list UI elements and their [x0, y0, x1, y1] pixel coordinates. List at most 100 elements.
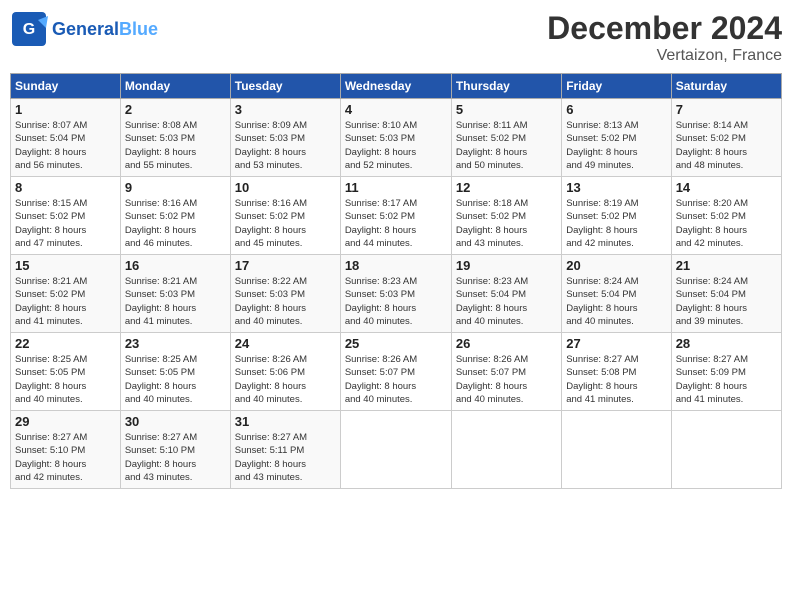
- day-info: Sunrise: 8:24 AM Sunset: 5:04 PM Dayligh…: [566, 275, 666, 328]
- day-info: Sunrise: 8:27 AM Sunset: 5:10 PM Dayligh…: [125, 431, 226, 484]
- day-number: 23: [125, 336, 226, 351]
- calendar-week-2: 8 Sunrise: 8:15 AM Sunset: 5:02 PM Daylig…: [11, 177, 782, 255]
- day-info: Sunrise: 8:14 AM Sunset: 5:02 PM Dayligh…: [676, 119, 777, 172]
- day-number: 4: [345, 102, 447, 117]
- calendar-cell: 27Sunrise: 8:27 AM Sunset: 5:08 PM Dayli…: [562, 333, 671, 411]
- calendar-cell: 12 Sunrise: 8:18 AM Sunset: 5:02 PM Dayli…: [451, 177, 561, 255]
- day-number: 19: [456, 258, 557, 273]
- header: G GeneralBlue December 2024 Vertaizon, F…: [10, 10, 782, 65]
- logo-icon: G: [10, 10, 48, 48]
- day-info: Sunrise: 8:15 AM Sunset: 5:02 PM Dayligh…: [15, 197, 116, 250]
- calendar-cell: 29 Sunrise: 8:27 AM Sunset: 5:10 PM Dayli…: [11, 411, 121, 489]
- header-row: SundayMondayTuesdayWednesdayThursdayFrid…: [11, 74, 782, 99]
- day-header-friday: Friday: [562, 74, 671, 99]
- logo: G GeneralBlue: [10, 10, 158, 48]
- day-number: 12: [456, 180, 557, 195]
- day-number: 25: [345, 336, 447, 351]
- calendar-table: SundayMondayTuesdayWednesdayThursdayFrid…: [10, 73, 782, 489]
- calendar-cell: 15 Sunrise: 8:21 AM Sunset: 5:02 PM Dayli…: [11, 255, 121, 333]
- day-number: 29: [15, 414, 116, 429]
- day-info: Sunrise: 8:22 AM Sunset: 5:03 PM Dayligh…: [235, 275, 336, 328]
- day-number: 24: [235, 336, 336, 351]
- day-number: 6: [566, 102, 666, 117]
- calendar-cell: 25 Sunrise: 8:26 AM Sunset: 5:07 PM Dayli…: [340, 333, 451, 411]
- calendar-cell: 2 Sunrise: 8:08 AM Sunset: 5:03 PM Daylig…: [120, 99, 230, 177]
- calendar-cell: 7 Sunrise: 8:14 AM Sunset: 5:02 PM Daylig…: [671, 99, 781, 177]
- day-number: 15: [15, 258, 116, 273]
- day-info: Sunrise: 8:08 AM Sunset: 5:03 PM Dayligh…: [125, 119, 226, 172]
- day-info: Sunrise: 8:26 AM Sunset: 5:07 PM Dayligh…: [345, 353, 447, 406]
- day-info: Sunrise: 8:27 AM Sunset: 5:10 PM Dayligh…: [15, 431, 116, 484]
- day-number: 10: [235, 180, 336, 195]
- day-info: Sunrise: 8:13 AM Sunset: 5:02 PM Dayligh…: [566, 119, 666, 172]
- calendar-cell: 22 Sunrise: 8:25 AM Sunset: 5:05 PM Dayli…: [11, 333, 121, 411]
- day-info: Sunrise: 8:24 AM Sunset: 5:04 PM Dayligh…: [676, 275, 777, 328]
- day-number: 7: [676, 102, 777, 117]
- calendar-week-4: 22 Sunrise: 8:25 AM Sunset: 5:05 PM Dayli…: [11, 333, 782, 411]
- day-header-saturday: Saturday: [671, 74, 781, 99]
- day-number: 5: [456, 102, 557, 117]
- day-header-monday: Monday: [120, 74, 230, 99]
- day-number: 3: [235, 102, 336, 117]
- calendar-cell: 3 Sunrise: 8:09 AM Sunset: 5:03 PM Daylig…: [230, 99, 340, 177]
- day-number: 1: [15, 102, 116, 117]
- day-header-tuesday: Tuesday: [230, 74, 340, 99]
- calendar-cell: 9Sunrise: 8:16 AM Sunset: 5:02 PM Daylig…: [120, 177, 230, 255]
- calendar-cell: 17Sunrise: 8:22 AM Sunset: 5:03 PM Dayli…: [230, 255, 340, 333]
- calendar-cell: 31 Sunrise: 8:27 AM Sunset: 5:11 PM Dayli…: [230, 411, 340, 489]
- day-header-sunday: Sunday: [11, 74, 121, 99]
- day-number: 20: [566, 258, 666, 273]
- month-title: December 2024: [547, 10, 782, 47]
- day-header-thursday: Thursday: [451, 74, 561, 99]
- day-number: 2: [125, 102, 226, 117]
- day-info: Sunrise: 8:25 AM Sunset: 5:05 PM Dayligh…: [125, 353, 226, 406]
- calendar-cell: 1 Sunrise: 8:07 AM Sunset: 5:04 PM Daylig…: [11, 99, 121, 177]
- calendar-cell: 24 Sunrise: 8:26 AM Sunset: 5:06 PM Dayli…: [230, 333, 340, 411]
- day-info: Sunrise: 8:07 AM Sunset: 5:04 PM Dayligh…: [15, 119, 116, 172]
- day-info: Sunrise: 8:27 AM Sunset: 5:11 PM Dayligh…: [235, 431, 336, 484]
- day-info: Sunrise: 8:21 AM Sunset: 5:02 PM Dayligh…: [15, 275, 116, 328]
- day-number: 11: [345, 180, 447, 195]
- day-info: Sunrise: 8:09 AM Sunset: 5:03 PM Dayligh…: [235, 119, 336, 172]
- day-info: Sunrise: 8:18 AM Sunset: 5:02 PM Dayligh…: [456, 197, 557, 250]
- calendar-cell: 23 Sunrise: 8:25 AM Sunset: 5:05 PM Dayli…: [120, 333, 230, 411]
- calendar-cell: [340, 411, 451, 489]
- day-number: 8: [15, 180, 116, 195]
- day-number: 31: [235, 414, 336, 429]
- calendar-cell: [451, 411, 561, 489]
- calendar-cell: 28Sunrise: 8:27 AM Sunset: 5:09 PM Dayli…: [671, 333, 781, 411]
- calendar-cell: 11 Sunrise: 8:17 AM Sunset: 5:02 PM Dayli…: [340, 177, 451, 255]
- day-number: 21: [676, 258, 777, 273]
- calendar-cell: 16Sunrise: 8:21 AM Sunset: 5:03 PM Dayli…: [120, 255, 230, 333]
- day-number: 14: [676, 180, 777, 195]
- day-info: Sunrise: 8:19 AM Sunset: 5:02 PM Dayligh…: [566, 197, 666, 250]
- day-number: 22: [15, 336, 116, 351]
- day-info: Sunrise: 8:16 AM Sunset: 5:02 PM Dayligh…: [125, 197, 226, 250]
- calendar-cell: 4 Sunrise: 8:10 AM Sunset: 5:03 PM Daylig…: [340, 99, 451, 177]
- calendar-cell: 26 Sunrise: 8:26 AM Sunset: 5:07 PM Dayli…: [451, 333, 561, 411]
- calendar-cell: 10Sunrise: 8:16 AM Sunset: 5:02 PM Dayli…: [230, 177, 340, 255]
- calendar-cell: 21 Sunrise: 8:24 AM Sunset: 5:04 PM Dayli…: [671, 255, 781, 333]
- calendar-cell: 30Sunrise: 8:27 AM Sunset: 5:10 PM Dayli…: [120, 411, 230, 489]
- day-info: Sunrise: 8:25 AM Sunset: 5:05 PM Dayligh…: [15, 353, 116, 406]
- day-info: Sunrise: 8:21 AM Sunset: 5:03 PM Dayligh…: [125, 275, 226, 328]
- day-info: Sunrise: 8:26 AM Sunset: 5:07 PM Dayligh…: [456, 353, 557, 406]
- calendar-cell: [671, 411, 781, 489]
- title-area: December 2024 Vertaizon, France: [547, 10, 782, 65]
- calendar-week-1: 1 Sunrise: 8:07 AM Sunset: 5:04 PM Daylig…: [11, 99, 782, 177]
- day-info: Sunrise: 8:23 AM Sunset: 5:04 PM Dayligh…: [456, 275, 557, 328]
- day-info: Sunrise: 8:27 AM Sunset: 5:09 PM Dayligh…: [676, 353, 777, 406]
- day-info: Sunrise: 8:17 AM Sunset: 5:02 PM Dayligh…: [345, 197, 447, 250]
- day-info: Sunrise: 8:20 AM Sunset: 5:02 PM Dayligh…: [676, 197, 777, 250]
- svg-text:G: G: [23, 21, 35, 38]
- calendar-cell: 14 Sunrise: 8:20 AM Sunset: 5:02 PM Dayli…: [671, 177, 781, 255]
- day-info: Sunrise: 8:11 AM Sunset: 5:02 PM Dayligh…: [456, 119, 557, 172]
- calendar-cell: 5 Sunrise: 8:11 AM Sunset: 5:02 PM Daylig…: [451, 99, 561, 177]
- calendar-cell: 20 Sunrise: 8:24 AM Sunset: 5:04 PM Dayli…: [562, 255, 671, 333]
- day-number: 26: [456, 336, 557, 351]
- day-info: Sunrise: 8:26 AM Sunset: 5:06 PM Dayligh…: [235, 353, 336, 406]
- day-info: Sunrise: 8:10 AM Sunset: 5:03 PM Dayligh…: [345, 119, 447, 172]
- calendar-week-5: 29 Sunrise: 8:27 AM Sunset: 5:10 PM Dayli…: [11, 411, 782, 489]
- calendar-cell: 18Sunrise: 8:23 AM Sunset: 5:03 PM Dayli…: [340, 255, 451, 333]
- calendar-cell: 19 Sunrise: 8:23 AM Sunset: 5:04 PM Dayli…: [451, 255, 561, 333]
